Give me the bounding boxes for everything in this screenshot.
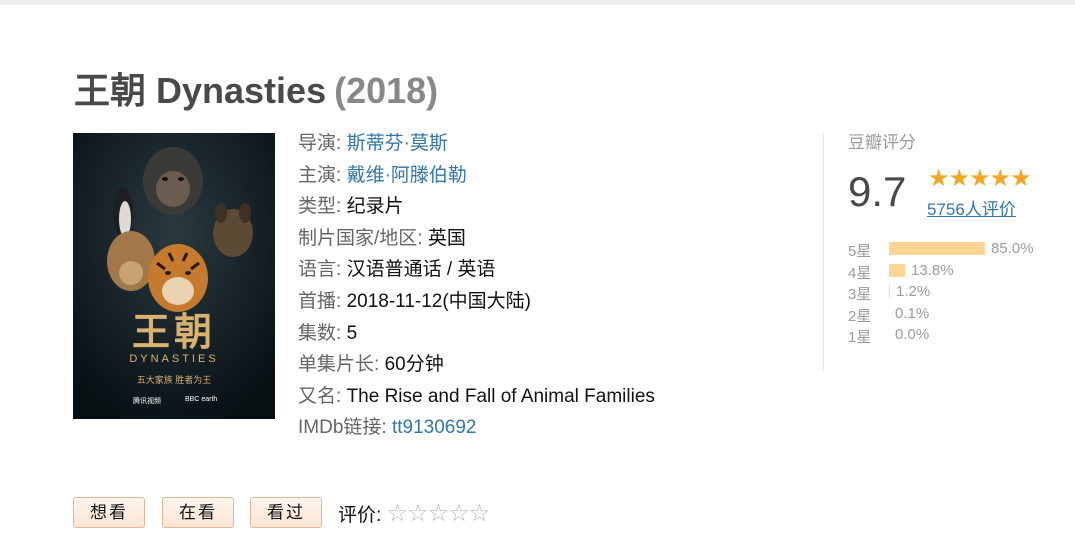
want-button[interactable]: 想看 xyxy=(73,497,145,528)
premiere-value: 2018-11-12(中国大陆) xyxy=(346,290,531,312)
rate-star-icon[interactable]: ☆ xyxy=(407,500,429,527)
rating-bar xyxy=(889,263,905,277)
episodes-label: 集数: xyxy=(298,322,342,344)
watching-button[interactable]: 在看 xyxy=(162,497,234,528)
language-label: 语言: xyxy=(298,259,342,281)
episodes-value: 5 xyxy=(346,322,358,344)
genre-label: 类型: xyxy=(298,196,342,218)
info-director: 导演: 斯蒂芬·莫斯 xyxy=(298,128,655,160)
title-name: 王朝 Dynasties xyxy=(74,70,327,111)
poster-title-en: DYNASTIES xyxy=(129,353,219,365)
watched-button[interactable]: 看过 xyxy=(250,497,322,528)
rating-count-link[interactable]: 5756人评价 xyxy=(927,195,1016,220)
top-bar xyxy=(0,0,1075,5)
info-panel: 导演: 斯蒂芬·莫斯 主演: 戴维·阿滕伯勒 类型: 纪录片 制片国家/地区: … xyxy=(298,128,655,444)
rate-star-icon[interactable]: ☆ xyxy=(469,500,491,527)
info-premiere: 首播: 2018-11-12(中国大陆) xyxy=(298,286,655,318)
runtime-label: 单集片长: xyxy=(298,354,380,376)
info-aka: 又名: The Rise and Fall of Animal Families xyxy=(298,381,655,413)
rating-row-label: 4星 xyxy=(848,264,872,282)
info-episodes: 集数: 5 xyxy=(298,318,655,350)
rating-label: 豆瓣评分 xyxy=(848,133,916,152)
info-genre: 类型: 纪录片 xyxy=(298,191,655,223)
country-value: 英国 xyxy=(427,227,466,249)
rating-bar xyxy=(889,242,985,255)
cast-link[interactable]: 戴维·阿滕伯勒 xyxy=(347,165,467,186)
info-language: 语言: 汉语普通话 / 英语 xyxy=(298,254,655,286)
rating-row-label: 5星 xyxy=(848,243,872,260)
rate-star-icon[interactable]: ☆ xyxy=(387,500,409,527)
page-title: 王朝 Dynasties (2018) xyxy=(74,62,438,114)
rating-row-label: 2星 xyxy=(848,307,872,325)
user-rating: 评价: ☆☆☆☆☆ xyxy=(338,499,491,528)
title-year: (2018) xyxy=(334,70,439,111)
poster-logo-left: 腾讯视频 xyxy=(133,398,161,405)
rating-stars: ★★★★★ xyxy=(928,165,1032,192)
info-imdb: IMDb链接: tt9130692 xyxy=(298,412,655,444)
info-runtime: 单集片长: 60分钟 xyxy=(298,349,655,381)
poster[interactable]: 王朝 DYNASTIES 五大家族 胜者为王 腾讯视频 BBC earth xyxy=(73,133,275,419)
rating-row-percent: 85.0% xyxy=(991,240,1034,257)
rating-bar xyxy=(889,285,890,298)
poster-tagline: 五大家族 胜者为王 xyxy=(136,375,212,385)
imdb-label: IMDb链接: xyxy=(298,417,387,439)
language-value: 汉语普通话 / 英语 xyxy=(346,259,496,281)
genre-value: 纪录片 xyxy=(346,196,404,218)
info-cast: 主演: 戴维·阿滕伯勒 xyxy=(298,160,655,192)
imdb-link[interactable]: tt9130692 xyxy=(392,417,477,438)
cast-label: 主演: xyxy=(298,164,342,186)
rate-label: 评价: xyxy=(338,505,382,526)
rate-star-icon[interactable]: ☆ xyxy=(428,500,450,527)
rating-row-percent: 0.0% xyxy=(895,326,930,343)
country-label: 制片国家/地区: xyxy=(298,227,423,249)
poster-logo-right: BBC earth xyxy=(185,396,218,403)
runtime-value: 60分钟 xyxy=(384,354,444,376)
premiere-label: 首播: xyxy=(298,290,342,312)
poster-title-cn: 王朝 xyxy=(131,309,216,354)
rating-divider xyxy=(823,133,824,371)
rating-row-percent: 1.2% xyxy=(896,283,931,300)
info-country: 制片国家/地区: 英国 xyxy=(298,223,655,255)
aka-value: The Rise and Fall of Animal Families xyxy=(346,385,655,407)
rate-star-icon[interactable]: ☆ xyxy=(448,500,470,527)
rating-score: 9.7 xyxy=(848,168,907,215)
rating-row-label: 3星 xyxy=(848,286,872,303)
aka-label: 又名: xyxy=(298,385,342,407)
rating-row-percent: 0.1% xyxy=(895,304,930,322)
rating-row-label: 1星 xyxy=(848,329,872,346)
director-label: 导演: xyxy=(298,133,342,154)
rating-row-percent: 13.8% xyxy=(911,261,954,279)
director-link[interactable]: 斯蒂芬·莫斯 xyxy=(347,133,448,154)
rating-panel: 豆瓣评分 9.7 ★★★★★ 5756人评价 xyxy=(848,128,1048,219)
